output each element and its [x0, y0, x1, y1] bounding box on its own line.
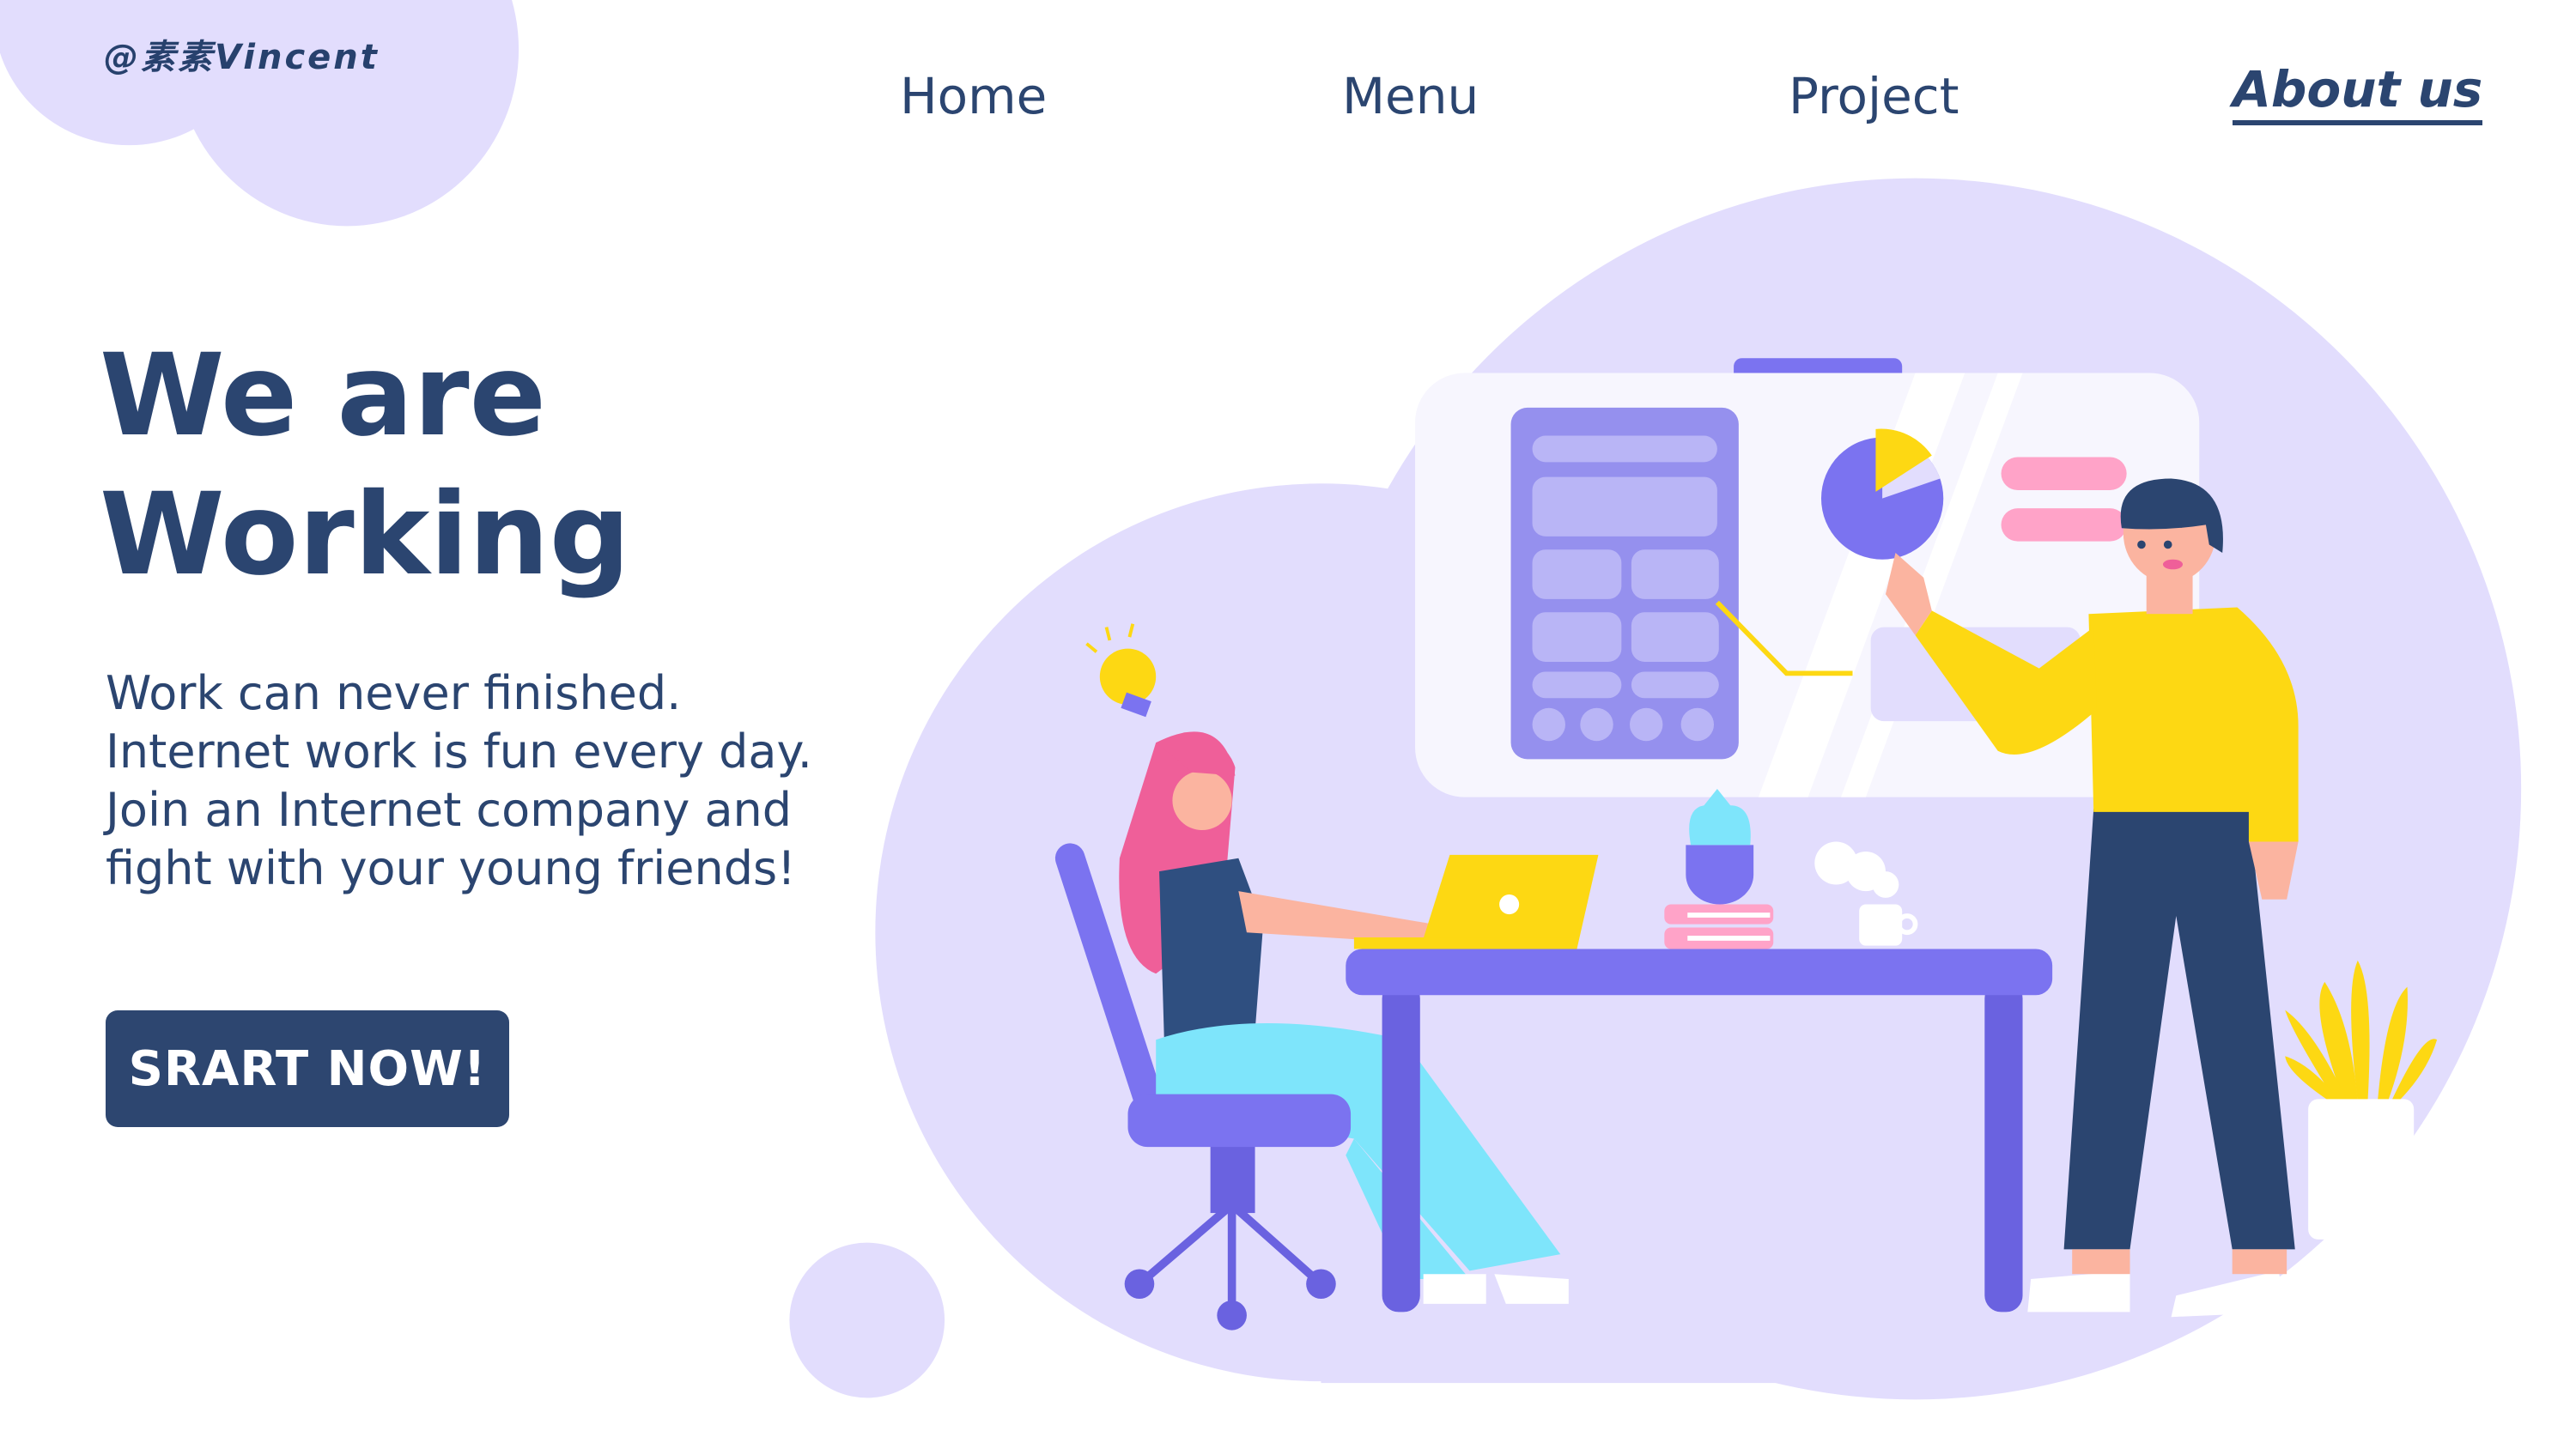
hero-title-line2: Working	[100, 469, 631, 601]
chair-seat	[1127, 1094, 1352, 1148]
hero-description-line: Join an Internet company and	[106, 783, 793, 837]
hero-title-line1: We are	[100, 330, 547, 462]
hero-description-line: Internet work is fun every day.	[106, 724, 812, 779]
hero-description-line: Work can never finished.	[106, 666, 682, 720]
presentation-board	[1415, 358, 2200, 797]
start-now-button[interactable]: SRART NOW!	[106, 1010, 509, 1127]
hero-description-line: fight with your young friends!	[106, 841, 796, 895]
nav-home[interactable]: Home	[900, 67, 1047, 125]
hero-description: Work can never finished. Internet work i…	[106, 664, 844, 898]
nav-menu[interactable]: Menu	[1342, 67, 1479, 125]
nav-project[interactable]: Project	[1789, 67, 1959, 125]
nav-about-us[interactable]: About us	[2233, 60, 2483, 125]
brand-logo[interactable]: @素素Vincent	[104, 29, 380, 79]
phone-wireframe	[1510, 407, 1739, 760]
hero-title: We are Working	[100, 326, 630, 604]
